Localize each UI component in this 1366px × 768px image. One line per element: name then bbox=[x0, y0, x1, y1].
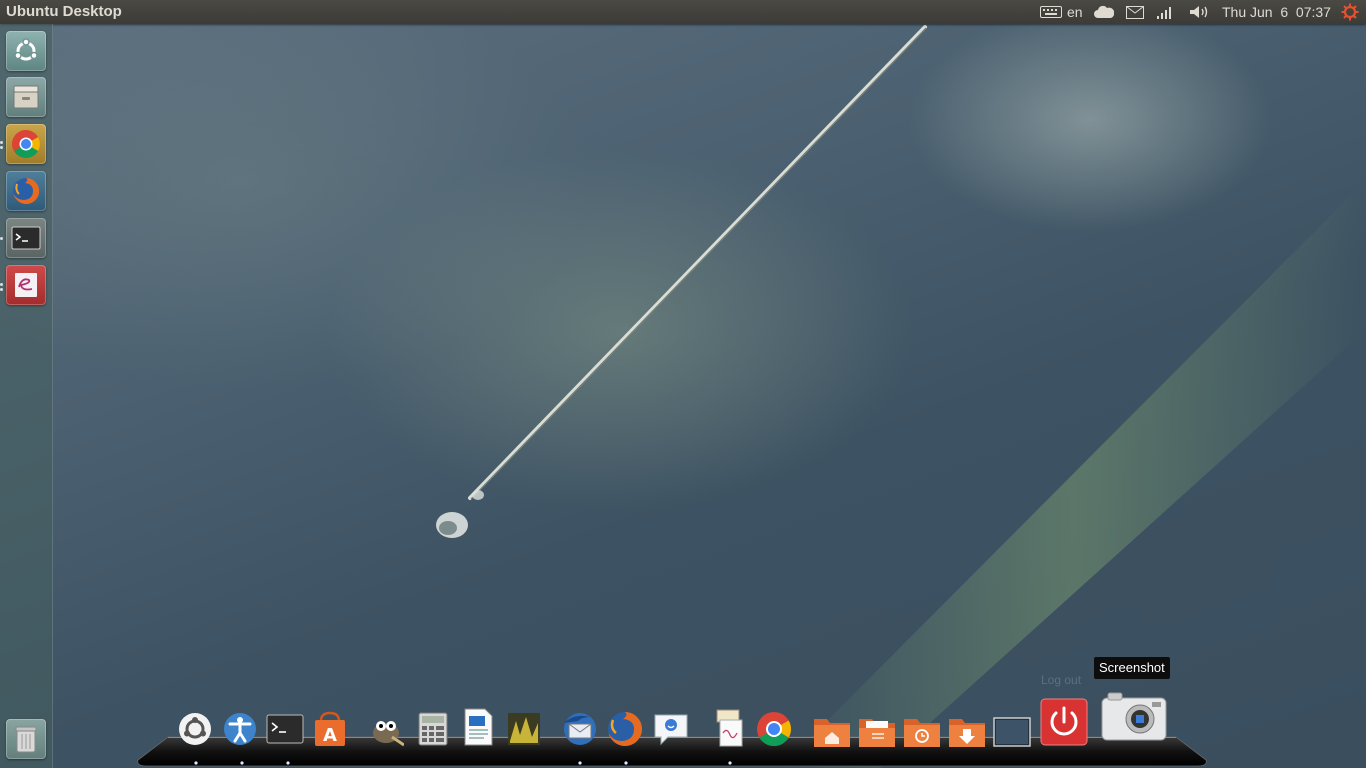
dock-item-messaging[interactable] bbox=[652, 710, 690, 748]
dock-item-show-desktop[interactable] bbox=[993, 712, 1031, 750]
dock-item-calculator[interactable] bbox=[414, 710, 452, 748]
chat-icon bbox=[654, 714, 688, 746]
chrome-icon bbox=[757, 712, 791, 746]
documents-folder-icon bbox=[859, 719, 895, 747]
launcher-item-files[interactable] bbox=[6, 77, 46, 117]
dock-item-accessibility[interactable] bbox=[221, 710, 259, 748]
clock-label: Thu Jun 6 07:37 bbox=[1222, 4, 1331, 20]
launcher-item-terminal[interactable] bbox=[6, 218, 46, 258]
firefox-icon bbox=[13, 177, 40, 204]
editor-icon bbox=[15, 273, 37, 297]
file-cabinet-icon bbox=[13, 85, 39, 109]
camera-icon bbox=[1101, 692, 1167, 741]
launcher-item-firefox[interactable] bbox=[6, 171, 46, 211]
keyboard-icon bbox=[1040, 6, 1062, 18]
history-folder-icon bbox=[904, 719, 940, 747]
power-icon bbox=[1040, 698, 1088, 746]
dock-item-chrome[interactable] bbox=[755, 710, 793, 748]
cloud-icon bbox=[1094, 5, 1114, 18]
wallpaper-strand bbox=[436, 25, 1366, 768]
running-pip bbox=[0, 288, 3, 291]
trash-icon bbox=[15, 726, 37, 753]
svg-text:A: A bbox=[323, 725, 337, 746]
terminal-icon bbox=[11, 226, 41, 250]
ubuntu-logo-icon bbox=[14, 38, 38, 61]
keyboard-indicator[interactable]: en bbox=[1040, 0, 1083, 24]
dock-item-writer[interactable] bbox=[459, 708, 497, 746]
firefox-icon bbox=[608, 712, 643, 746]
top-panel: Ubuntu Desktop en Thu Jun 6 07:37 bbox=[0, 0, 1366, 24]
keyboard-layout-label: en bbox=[1067, 4, 1083, 20]
running-pip bbox=[0, 146, 3, 149]
launcher-item-chrome[interactable] bbox=[6, 124, 46, 164]
logout-ghost-label: Log out bbox=[1041, 673, 1082, 687]
ubuntu-logo-icon bbox=[179, 713, 211, 745]
dock-item-terminal[interactable] bbox=[266, 710, 304, 748]
mail-icon bbox=[1126, 5, 1144, 19]
software-center-icon: A bbox=[315, 711, 345, 746]
dock-item-backup-folder[interactable] bbox=[903, 712, 941, 750]
desktop-icon bbox=[993, 717, 1031, 747]
network-indicator[interactable] bbox=[1156, 0, 1176, 24]
mail-indicator[interactable] bbox=[1126, 0, 1144, 24]
accessibility-icon bbox=[224, 713, 256, 745]
downloads-folder-icon bbox=[949, 719, 985, 747]
dock-item-documents-folder[interactable] bbox=[858, 712, 896, 750]
network-signal-icon bbox=[1157, 7, 1171, 19]
dock-item-image-viewer[interactable] bbox=[505, 710, 543, 748]
launcher-item-text-editor[interactable] bbox=[6, 265, 46, 305]
session-menu[interactable] bbox=[1341, 0, 1359, 24]
clock[interactable]: Thu Jun 6 07:37 bbox=[1222, 0, 1331, 24]
window-title: Ubuntu Desktop bbox=[6, 3, 122, 20]
gimp-icon bbox=[373, 721, 404, 747]
books-icon bbox=[716, 709, 743, 747]
launcher-item-dash-home[interactable] bbox=[6, 31, 46, 71]
dock-tooltip: Screenshot bbox=[1094, 657, 1170, 679]
dock-item-downloads-folder[interactable] bbox=[948, 712, 986, 750]
session-gear-icon bbox=[1341, 3, 1359, 21]
dock-item-screenshot[interactable] bbox=[1100, 690, 1168, 742]
dock-item-gimp[interactable] bbox=[366, 710, 404, 748]
dock-item-firefox[interactable] bbox=[606, 710, 644, 748]
running-pip bbox=[0, 283, 3, 286]
unity-launcher bbox=[0, 24, 53, 768]
calculator-icon bbox=[418, 712, 448, 746]
dock-item-log-out[interactable] bbox=[1040, 698, 1088, 746]
document-icon bbox=[464, 708, 493, 746]
home-folder-icon bbox=[814, 719, 850, 747]
cloud-indicator[interactable] bbox=[1094, 0, 1114, 24]
image-icon bbox=[508, 713, 540, 745]
terminal-icon bbox=[266, 714, 304, 744]
running-pip bbox=[0, 237, 3, 240]
dock-item-ubuntu[interactable] bbox=[176, 710, 214, 748]
volume-icon bbox=[1190, 6, 1208, 18]
volume-indicator[interactable] bbox=[1188, 0, 1210, 24]
running-pip bbox=[0, 141, 3, 144]
dock-item-thunderbird[interactable] bbox=[560, 710, 598, 748]
thunderbird-icon bbox=[564, 713, 596, 745]
dock-item-reader[interactable] bbox=[710, 708, 748, 747]
chrome-icon bbox=[12, 130, 40, 158]
dock-item-home-folder[interactable] bbox=[813, 712, 851, 750]
dock-item-software-center[interactable]: A bbox=[311, 710, 349, 748]
launcher-item-trash[interactable] bbox=[6, 719, 46, 759]
